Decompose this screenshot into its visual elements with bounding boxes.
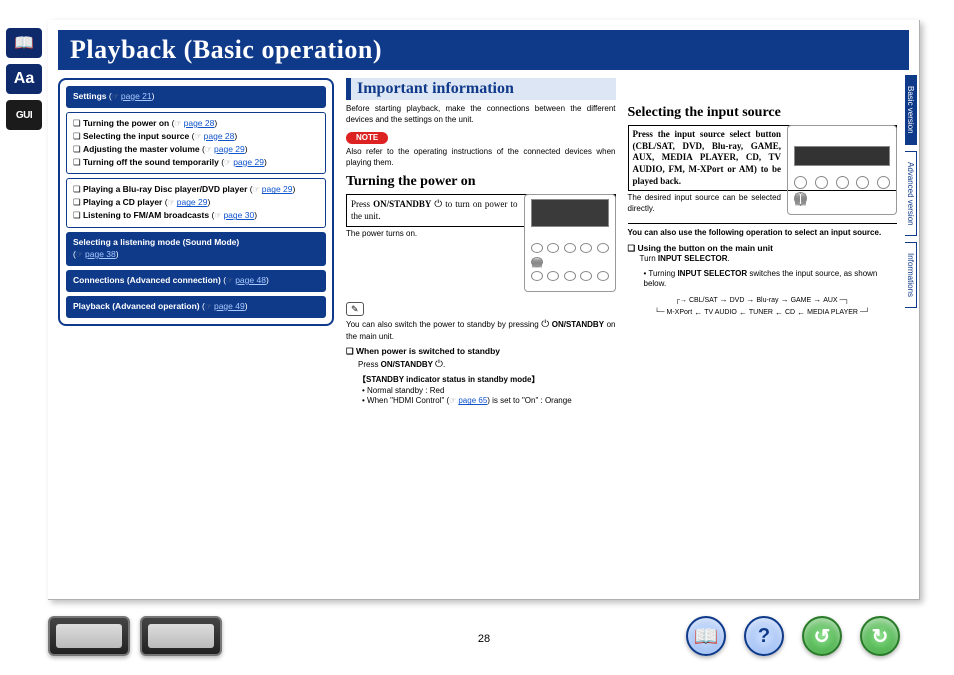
tab-basic[interactable]: Basic version xyxy=(905,75,917,145)
nav-back-button[interactable]: ↺ xyxy=(802,616,842,656)
sidebar-toc: Settings (page 21) Turning the power on … xyxy=(58,78,334,326)
col-right: Selecting the input source Press the inp… xyxy=(628,78,898,589)
tab-info[interactable]: Informations xyxy=(905,242,917,308)
tab-advanced[interactable]: Advanced version xyxy=(905,151,917,237)
sidebar-settings[interactable]: Settings (page 21) xyxy=(66,86,326,108)
panel-illustration xyxy=(787,125,897,215)
sidebar-group-playback: Playing a Blu-ray Disc player/DVD player… xyxy=(66,178,326,228)
bracket-heading: 【STANDBY indicator status in standby mod… xyxy=(358,375,616,386)
bottom-bar: 28 📖 ? ↺ ↻ xyxy=(48,613,920,659)
page: Playback (Basic operation) Basic version… xyxy=(48,20,920,600)
sidebar-soundmode[interactable]: Selecting a listening mode (Sound Mode) … xyxy=(66,232,326,266)
subheading-mainunit: Using the button on the main unit xyxy=(628,243,898,254)
page-title: Playback (Basic operation) xyxy=(70,35,382,65)
aa-icon[interactable]: Aa xyxy=(6,64,42,94)
label: Settings xyxy=(73,91,107,101)
text: You can also switch the power to standby… xyxy=(346,318,616,342)
heading-select-input: Selecting the input source xyxy=(628,104,898,123)
note-badge: NOTE xyxy=(346,132,388,145)
text: Before starting playback, make the conne… xyxy=(346,104,616,126)
col-middle: Important information Before starting pl… xyxy=(346,78,616,589)
nav-help-button[interactable]: ? xyxy=(744,616,784,656)
nav-forward-button[interactable]: ↻ xyxy=(860,616,900,656)
page-number: 28 xyxy=(478,633,490,645)
title-bar: Playback (Basic operation) xyxy=(58,30,909,70)
text: Also refer to the operating instructions… xyxy=(346,147,616,169)
book-icon[interactable]: 📖 xyxy=(6,28,42,58)
nav-book-button[interactable]: 📖 xyxy=(686,616,726,656)
tip-icon: ✎ xyxy=(346,302,364,316)
heading-important: Important information xyxy=(346,78,616,100)
link[interactable]: page 21 xyxy=(121,91,152,101)
thumb-receiver-rear[interactable] xyxy=(140,616,222,656)
subheading-standby: When power is switched to standby xyxy=(346,346,616,357)
vertical-tabs: Basic version Advanced version Informati… xyxy=(905,75,917,308)
sidebar-connections[interactable]: Connections (Advanced connection) (page … xyxy=(66,270,326,292)
rail: 📖 Aa GUI xyxy=(6,28,42,130)
heading-power-on: Turning the power on xyxy=(346,173,616,192)
input-sequence: ┌→ CBL/SAT→ DVD→ Blu-ray→ GAME→ AUX ─┐ └… xyxy=(628,294,898,320)
gui-icon[interactable]: GUI xyxy=(6,100,42,130)
thumb-receiver-front[interactable] xyxy=(48,616,130,656)
sidebar-playback-adv[interactable]: Playback (Advanced operation) (page 49) xyxy=(66,296,326,318)
sidebar-group-basic: Turning the power on (page 28) Selecting… xyxy=(66,112,326,175)
remote-illustration xyxy=(524,194,616,292)
